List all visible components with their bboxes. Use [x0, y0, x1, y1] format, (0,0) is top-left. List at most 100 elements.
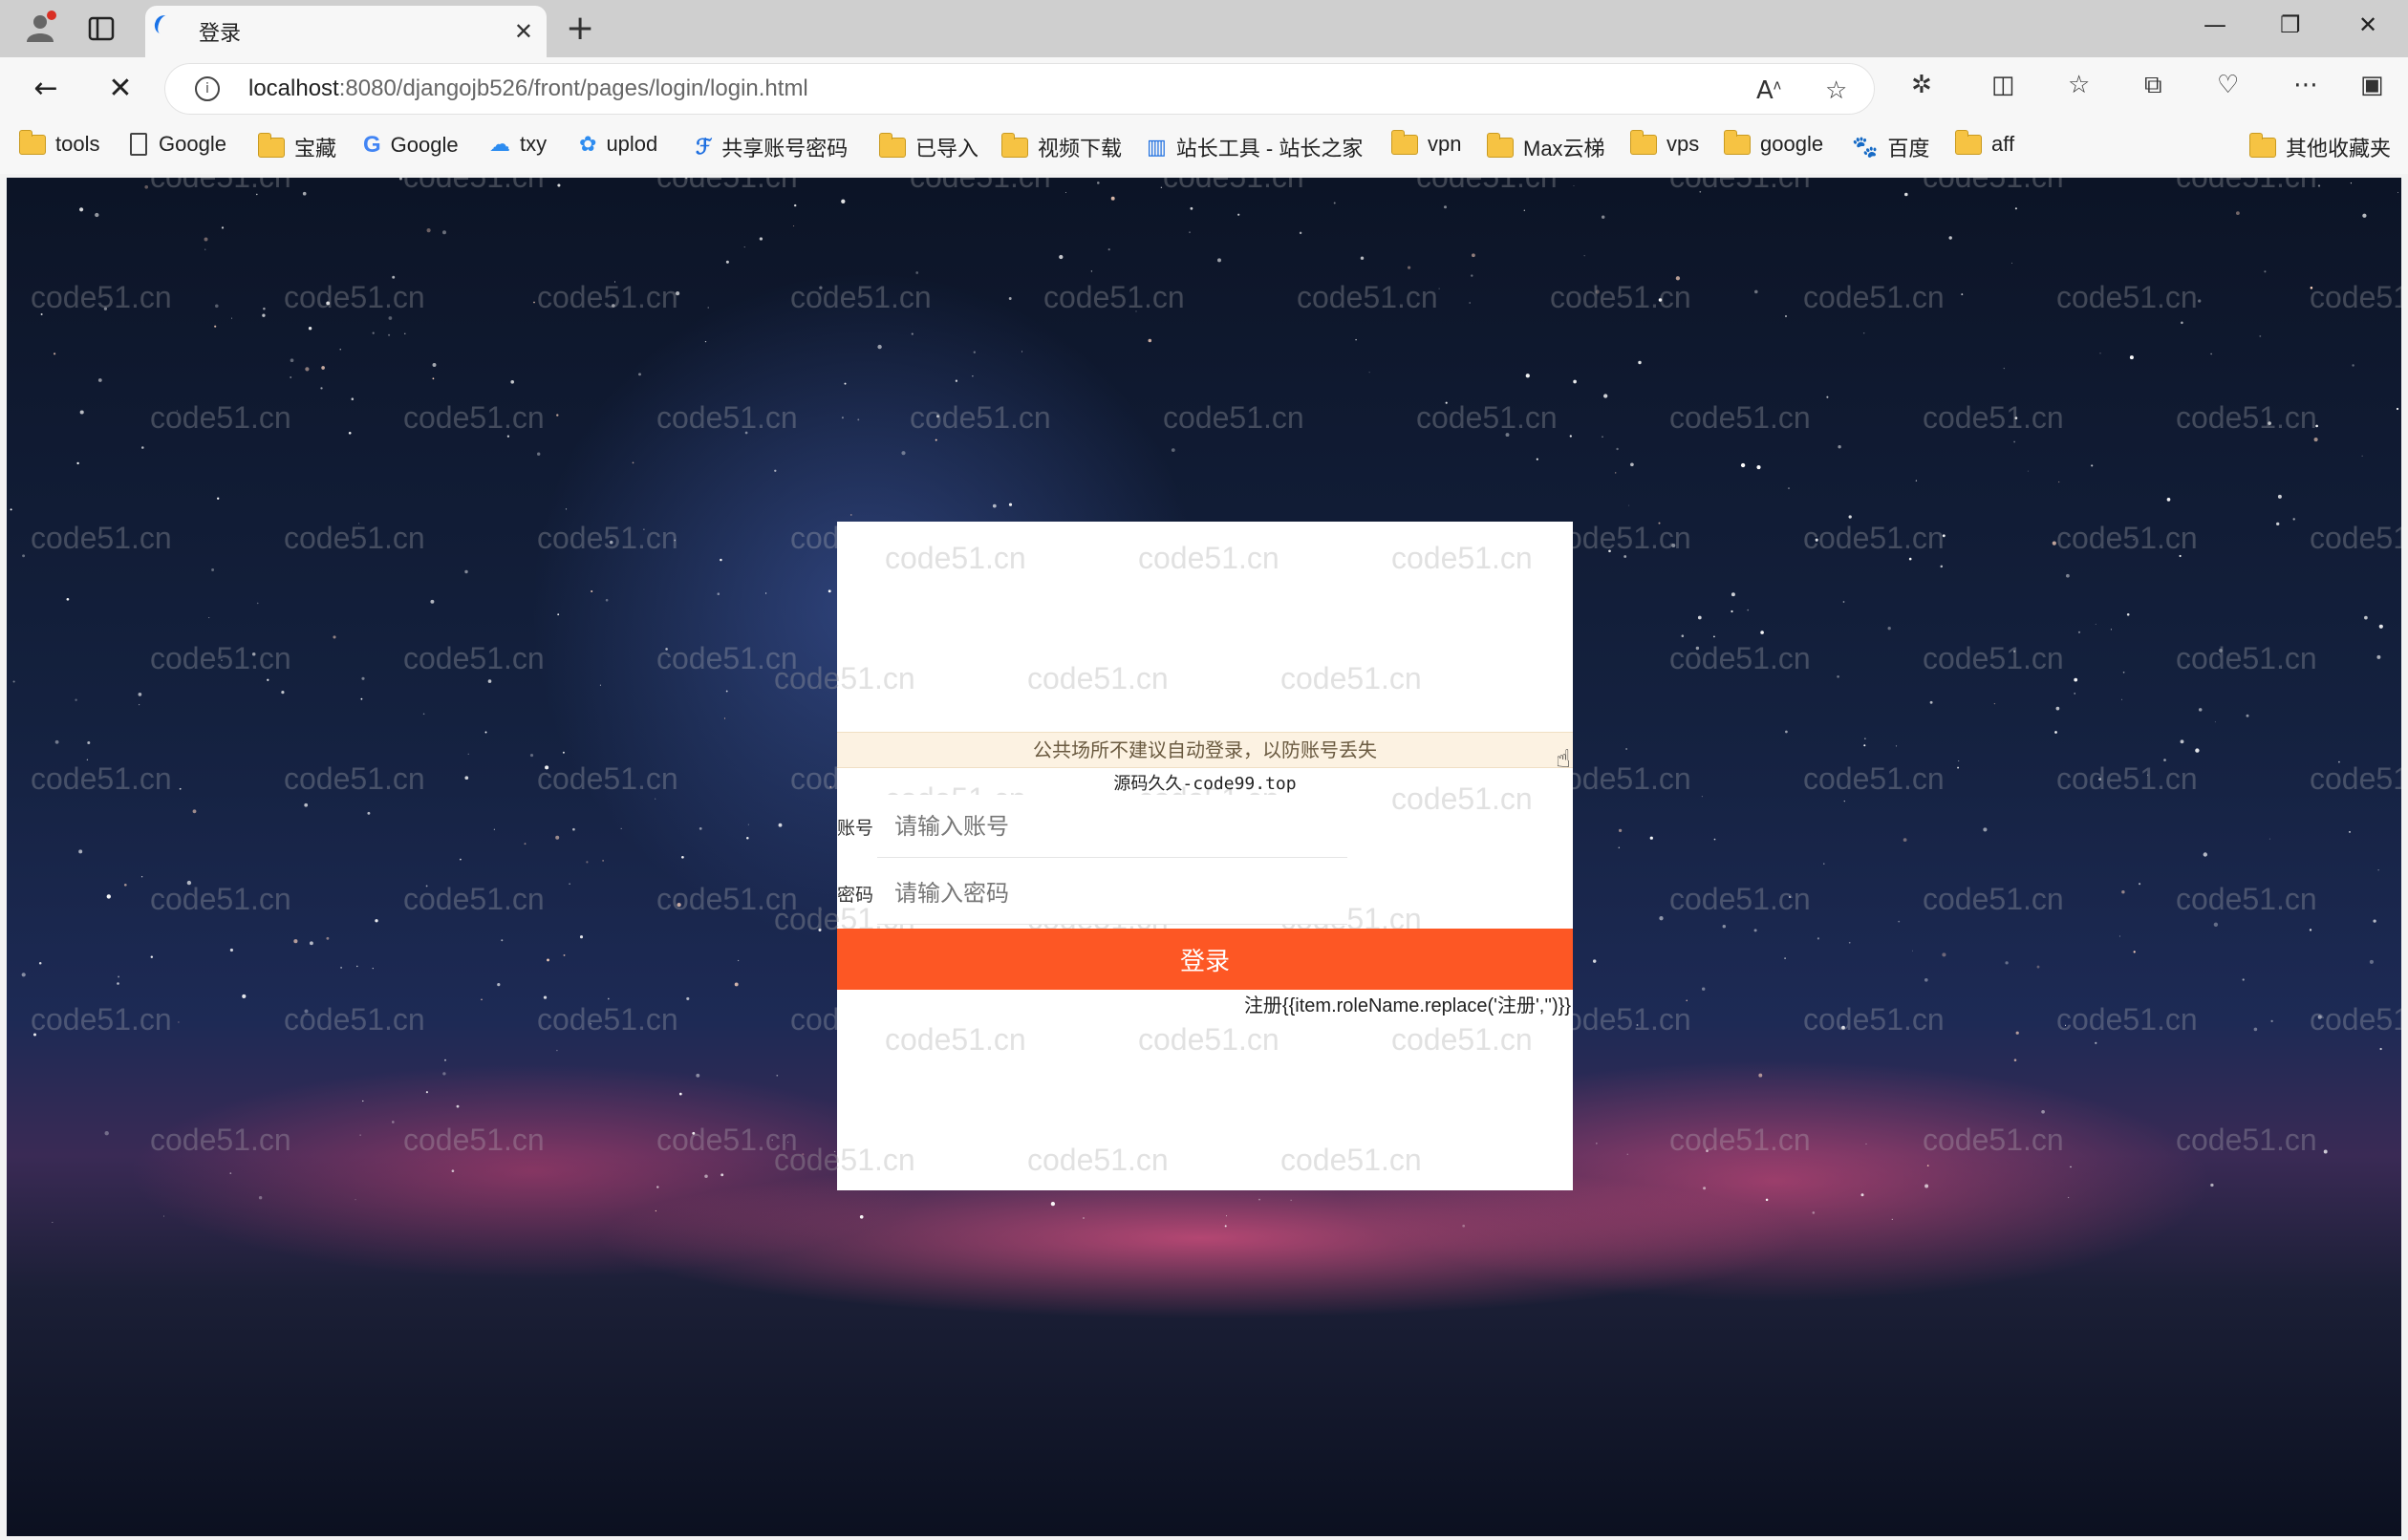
star — [2264, 270, 2267, 273]
bookmark-chinaz[interactable]: ▥ 站长工具 - 站长之家 — [1147, 132, 1363, 162]
star — [144, 184, 149, 189]
collections-icon[interactable]: ⧉ — [2144, 71, 2162, 100]
star — [1957, 766, 1960, 769]
star — [1788, 487, 1790, 490]
more-menu-icon[interactable]: ⋯ — [2293, 71, 2318, 99]
extensions-icon[interactable]: ✲ — [1911, 71, 1932, 99]
star — [1171, 448, 1175, 452]
star — [1848, 941, 1851, 944]
favorite-star-icon[interactable]: ☆ — [1825, 76, 1847, 105]
star — [242, 994, 247, 998]
bookmark-google-page[interactable]: Google — [130, 132, 226, 157]
star — [66, 597, 70, 601]
watermark-text: code51.cn — [537, 761, 678, 796]
bookmark-imported[interactable]: 已导入 — [879, 132, 978, 162]
folder-icon — [1630, 129, 1657, 155]
star — [79, 410, 84, 415]
star — [1050, 1201, 1056, 1207]
profile-icon[interactable] — [21, 8, 59, 46]
star — [992, 503, 997, 508]
star — [356, 965, 358, 968]
bookmark-label: 已导入 — [915, 137, 979, 160]
login-button[interactable]: 登录 — [837, 929, 1573, 990]
bookmark-txy[interactable]: ☁ txy — [489, 132, 547, 157]
bookmark-aff[interactable]: aff — [1955, 129, 2014, 157]
bookmark-shared-accounts[interactable]: ℱ 共享账号密码 — [696, 132, 848, 162]
star — [537, 452, 541, 456]
star — [1148, 338, 1152, 343]
new-tab-button[interactable]: + — [566, 10, 594, 48]
star — [442, 230, 446, 235]
bookmark-label: 视频下载 — [1038, 137, 1123, 160]
star — [972, 375, 974, 377]
password-input[interactable] — [877, 862, 1347, 925]
star — [178, 1021, 180, 1023]
star — [776, 1074, 779, 1077]
bookmark-max[interactable]: Max云梯 — [1487, 132, 1605, 162]
bookmark-label: uplod — [606, 132, 658, 156]
star — [877, 344, 882, 350]
bookmark-baidu[interactable]: 🐾 百度 — [1852, 132, 1929, 162]
star — [859, 1214, 864, 1219]
star — [231, 317, 232, 319]
bookmark-video-download[interactable]: 视频下载 — [1001, 132, 1122, 162]
star — [464, 569, 468, 574]
star — [2011, 262, 2013, 264]
tab-actions-icon[interactable] — [82, 11, 120, 46]
star — [1784, 957, 1786, 959]
star — [1616, 447, 1619, 451]
star — [1360, 256, 1365, 260]
restore-button[interactable]: ❐ — [2280, 11, 2301, 38]
tab-close-icon[interactable]: ✕ — [514, 18, 533, 45]
back-icon[interactable]: ← — [25, 69, 67, 107]
star — [97, 378, 102, 382]
star — [2376, 654, 2381, 659]
star — [2236, 211, 2240, 215]
star — [510, 379, 515, 384]
login-notice: 公共场所不建议自动登录，以防账号丢失 — [837, 732, 1573, 768]
stop-loading-icon[interactable]: ✕ — [99, 69, 141, 107]
star — [497, 983, 501, 987]
split-screen-icon[interactable]: ◫ — [1991, 71, 2015, 99]
bookmark-vpn[interactable]: vpn — [1391, 129, 1461, 157]
watermark-text: code51.cn — [774, 661, 915, 695]
bookmark-tools[interactable]: tools — [19, 129, 99, 157]
bookmark-baozang[interactable]: 宝藏 — [258, 132, 336, 162]
account-input[interactable] — [877, 795, 1347, 858]
star — [426, 228, 431, 233]
tab-login[interactable]: 登录 ✕ — [145, 6, 547, 57]
address-bar[interactable]: i localhost:8080/djangojb526/front/pages… — [164, 63, 1875, 115]
browser-essentials-icon[interactable]: ♡ — [2217, 71, 2239, 99]
bookmark-google[interactable]: G Google — [363, 132, 459, 159]
close-window-button[interactable]: ✕ — [2358, 11, 2377, 38]
url-text[interactable]: localhost:8080/djangojb526/front/pages/l… — [248, 75, 808, 102]
star — [372, 967, 374, 970]
minimize-button[interactable]: — — [2204, 11, 2226, 38]
bookmark-uplod[interactable]: ✿ uplod — [579, 132, 657, 157]
watermark-text: code51.cn — [2176, 882, 2317, 916]
site-info-icon[interactable]: i — [195, 76, 220, 101]
watermark-text: code51.cn — [537, 280, 678, 314]
bookmark-vps[interactable]: vps — [1630, 129, 1699, 157]
sidebar-toggle-icon[interactable]: ▣ — [2360, 71, 2384, 99]
star — [215, 304, 219, 309]
read-aloud-icon[interactable]: Aʌ — [1756, 76, 1781, 105]
watermark-text: code51.cn — [31, 521, 172, 555]
watermark-text: code51.cn — [656, 178, 798, 195]
star — [857, 418, 860, 421]
watermark-text: code51.cn — [403, 1123, 545, 1157]
star — [2015, 1031, 2019, 1035]
star — [1217, 258, 1221, 263]
star — [1983, 827, 1988, 832]
register-link[interactable]: 注册{{item.roleName.replace('注册','')}} — [1244, 990, 1571, 1017]
star — [1224, 1225, 1227, 1228]
star — [2067, 1196, 2070, 1199]
star — [339, 349, 341, 351]
star — [2396, 407, 2399, 411]
star — [1887, 627, 1891, 631]
watermark-text: code51.cn — [31, 761, 172, 796]
favorites-icon[interactable]: ☆ — [2068, 71, 2090, 99]
bookmark-google-folder[interactable]: google — [1724, 129, 1823, 157]
other-bookmarks[interactable]: 其他收藏夹 — [2249, 132, 2391, 162]
star — [599, 684, 601, 686]
